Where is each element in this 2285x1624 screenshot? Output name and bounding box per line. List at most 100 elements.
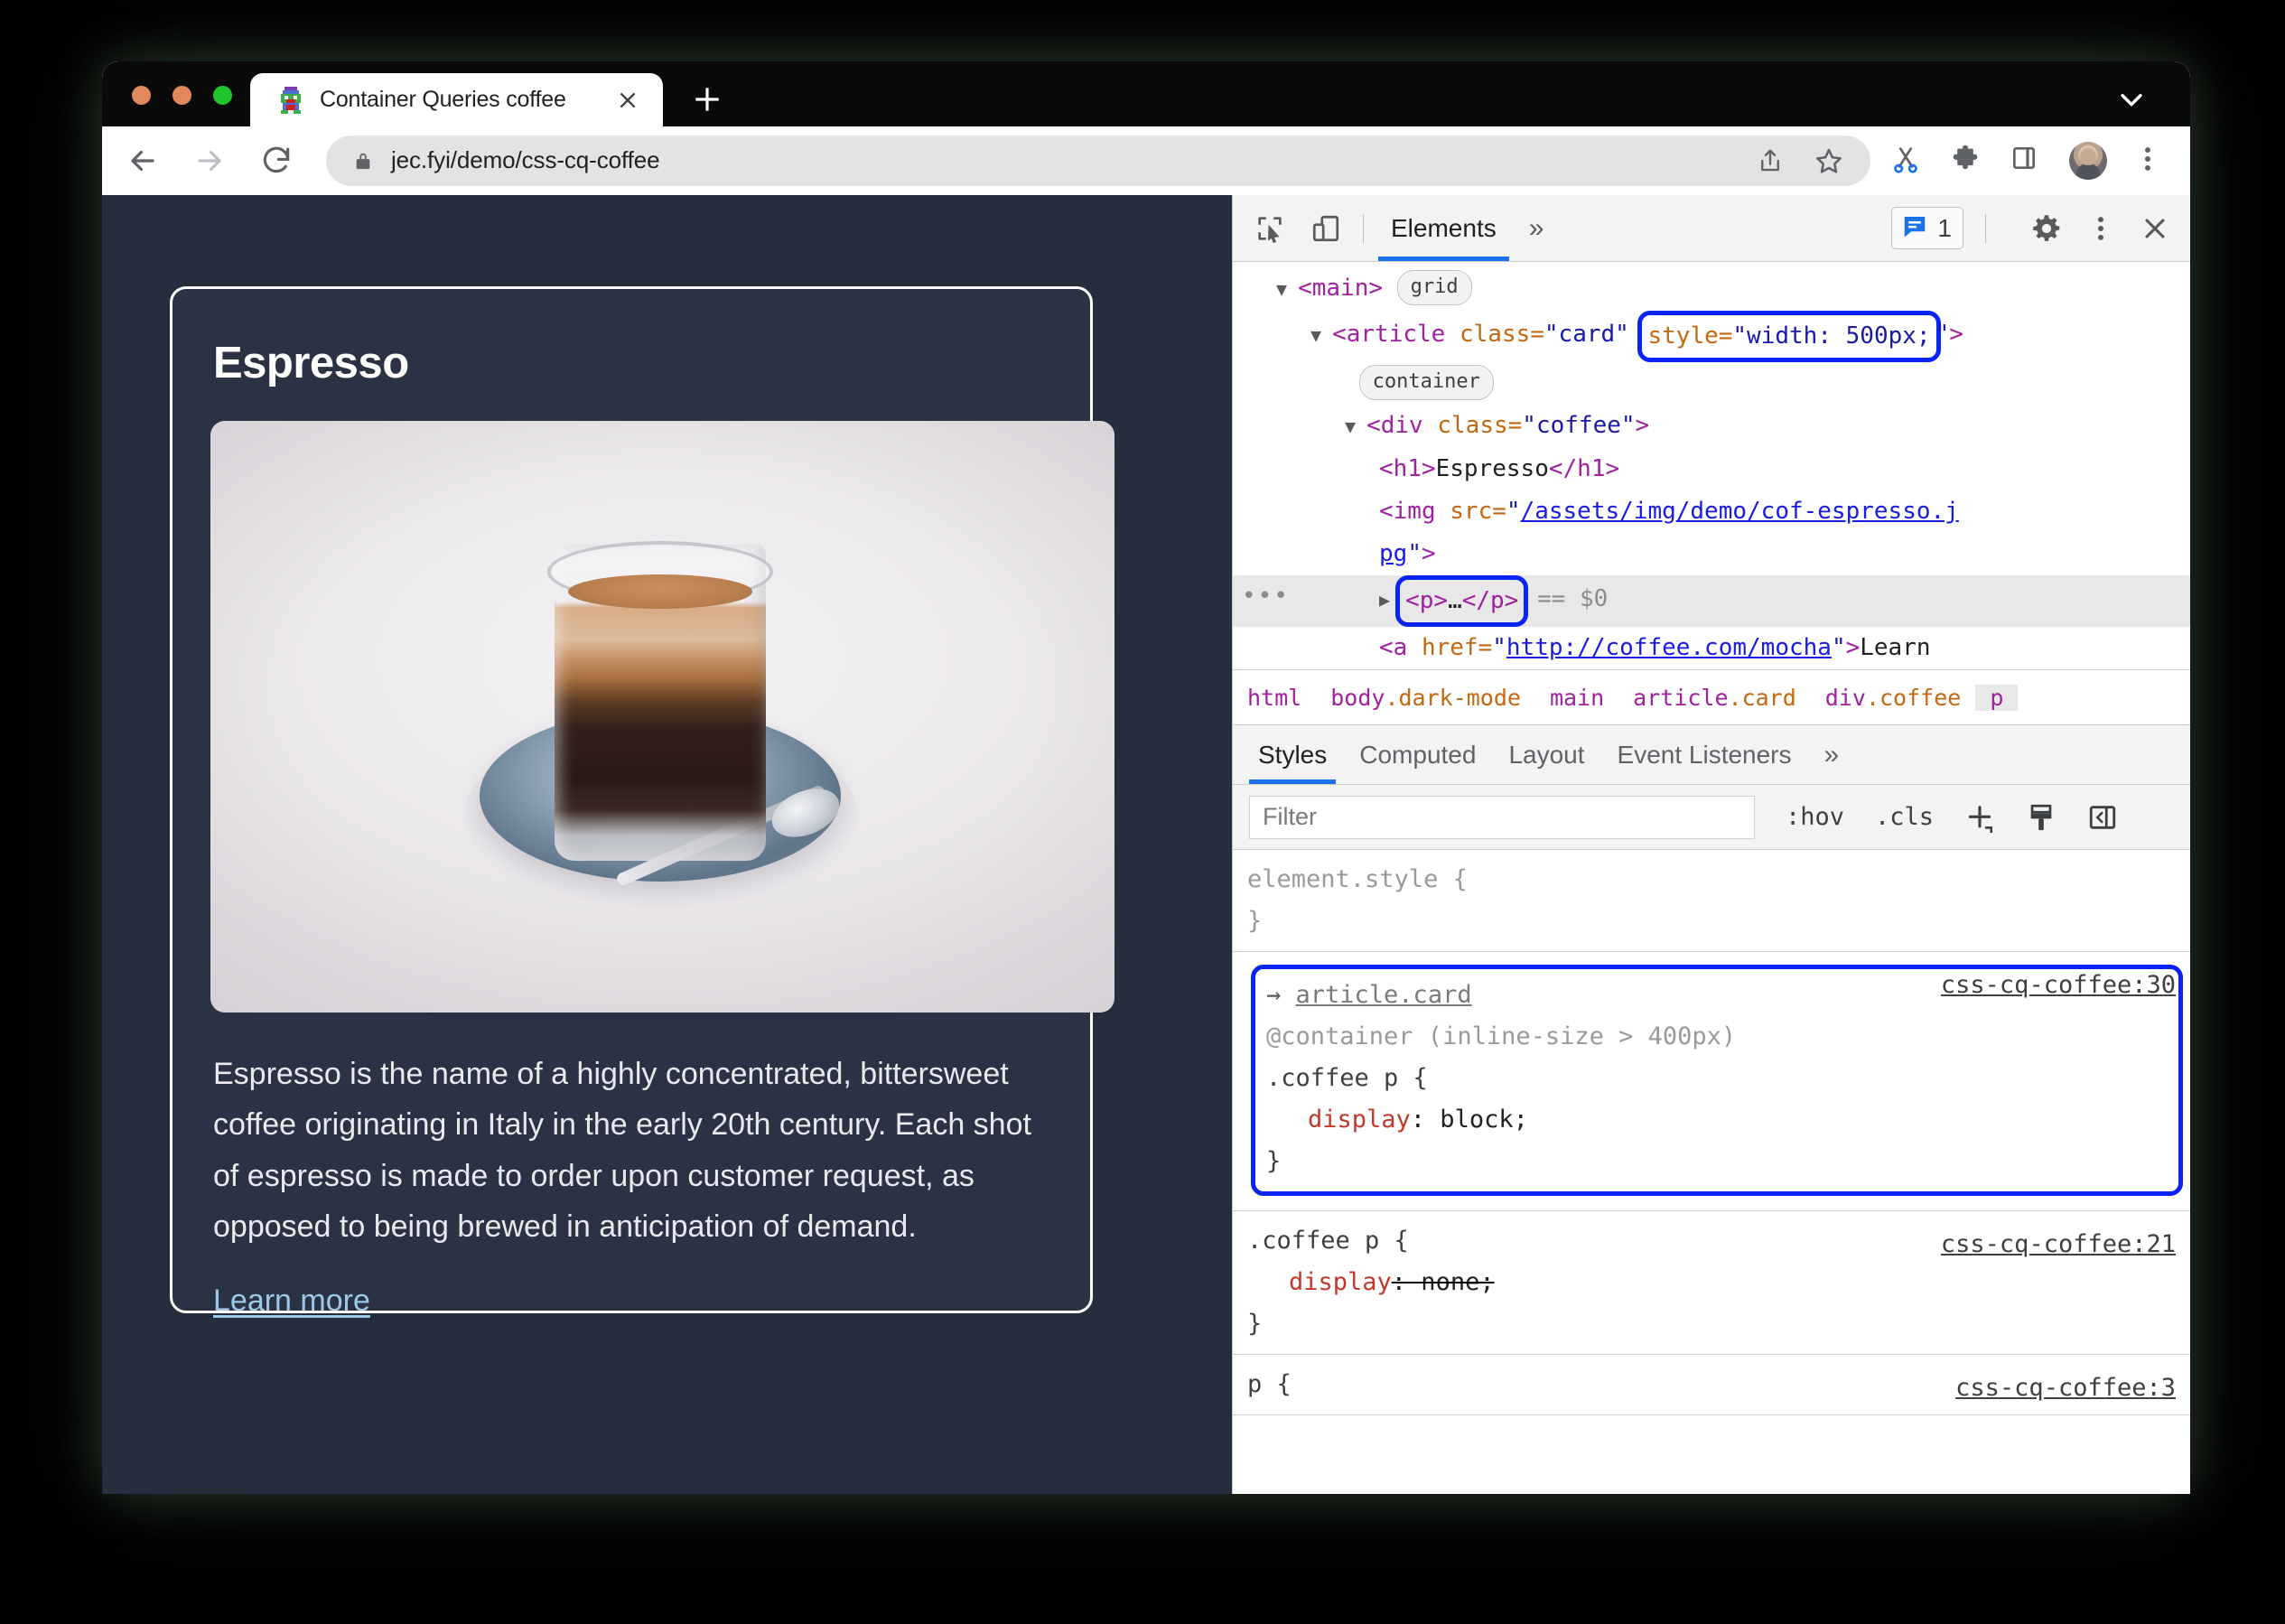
kebab-menu-icon[interactable] (2085, 213, 2116, 244)
close-icon[interactable] (616, 89, 639, 112)
devtools-tab-list: Elements (1378, 195, 1509, 261)
inspect-cursor-icon[interactable] (1254, 213, 1285, 244)
browser-tab[interactable]: Container Queries coffee (250, 73, 663, 126)
breadcrumb-item-body[interactable]: body.dark-mode (1316, 685, 1535, 711)
breadcrumb-class: .coffee (1865, 684, 1962, 711)
cls-toggle[interactable]: .cls (1875, 803, 1934, 831)
dom-node-row[interactable]: <img src="/assets/img/demo/cof-espresso.… (1233, 490, 2190, 533)
show-sidebar-icon[interactable] (2087, 802, 2118, 833)
inherited-selector[interactable]: article.card (1296, 981, 1472, 1009)
dom-token-tag: > (1421, 540, 1436, 567)
arrow-right-icon[interactable] (192, 144, 227, 178)
chevron-double-right-icon[interactable]: » (1808, 725, 1856, 784)
rule-source-link[interactable]: css-cq-coffee:30 (1941, 965, 2176, 1006)
chevron-down-icon[interactable] (2116, 84, 2147, 115)
dom-token-tag: <div (1366, 412, 1438, 439)
rule-source-link[interactable]: css-cq-coffee:21 (1941, 1224, 2176, 1265)
hov-toggle[interactable]: :hov (1786, 803, 1844, 831)
breadcrumb: html body.dark-mode main article.card div.co… (1233, 669, 2190, 725)
filter-input[interactable]: Filter (1249, 795, 1755, 839)
maximize-window-button[interactable] (213, 86, 232, 105)
kebab-menu-icon[interactable] (2132, 144, 2167, 178)
styles-rules-pane[interactable]: element.style {} → article.card @container… (1233, 850, 2190, 1494)
css-property[interactable]: display (1266, 1099, 1411, 1141)
address-bar[interactable]: jec.fyi/demo/css-cq-coffee (326, 135, 1870, 186)
plus-icon[interactable] (690, 82, 724, 117)
issues-button[interactable]: 1 (1891, 207, 1963, 249)
dom-node-row[interactable]: pg"> (1233, 533, 2190, 575)
learn-more-link[interactable]: Learn more (213, 1283, 370, 1319)
breadcrumb-item-article[interactable]: article.card (1618, 685, 1811, 711)
rule-source-link[interactable]: css-cq-coffee:3 (1955, 1367, 2176, 1409)
pixel-character-icon (279, 86, 303, 114)
tab-event-listeners[interactable]: Event Listeners (1601, 725, 1808, 784)
breadcrumb-item-p[interactable]: p (1975, 684, 2019, 711)
dom-node-row[interactable]: ▼ <article class="card" style="width: 50… (1233, 311, 2190, 362)
dom-token-val: "card" (1544, 321, 1644, 348)
reload-icon[interactable] (259, 144, 294, 178)
minimize-window-button[interactable] (173, 86, 191, 105)
share-icon[interactable] (1757, 146, 1784, 175)
dom-node-row[interactable]: container (1233, 362, 2190, 405)
rule-selector[interactable]: element.style { (1247, 859, 2190, 901)
devtools-toolbar-right: 1 (1891, 207, 2170, 249)
dom-token-link[interactable]: pg (1379, 540, 1407, 567)
chevron-double-right-icon[interactable]: » (1529, 213, 1544, 244)
css-property[interactable]: display (1247, 1262, 1392, 1303)
dom-node-row[interactable]: ▼ <div class="coffee"> (1233, 405, 2190, 448)
disclosure-triangle-icon[interactable]: ▼ (1310, 324, 1332, 346)
dom-badge[interactable]: container (1358, 365, 1494, 400)
breadcrumb-item-html[interactable]: html (1233, 685, 1316, 711)
css-declaration[interactable]: display: block; (1266, 1099, 2178, 1141)
side-panel-icon[interactable] (2010, 144, 2044, 178)
arrow-left-icon[interactable] (126, 144, 160, 178)
card-heading: Espresso (213, 339, 409, 387)
breadcrumb-tag: html (1247, 684, 1302, 711)
disclosure-triangle-icon[interactable]: ▼ (1345, 415, 1366, 437)
dom-node-row[interactable]: <h1>Espresso</h1> (1233, 448, 2190, 490)
tab-computed[interactable]: Computed (1343, 725, 1492, 784)
puzzle-piece-icon[interactable] (1950, 144, 1984, 178)
web-page-viewport: Espresso Espresso is the name of a highl… (102, 195, 1232, 1494)
issues-message-icon (1901, 212, 1928, 244)
style-rule-container-query-rule[interactable]: → article.card @container (inline-size > … (1233, 952, 2190, 1211)
crema-surface (568, 574, 752, 609)
css-value[interactable]: : none; (1392, 1268, 1495, 1296)
paintbrush-icon[interactable] (2026, 802, 2056, 833)
tab-strip: Container Queries coffee (102, 61, 2190, 126)
style-rule-coffee-p-rule[interactable]: css-cq-coffee:21 .coffee p {display: none… (1233, 1211, 2190, 1355)
dom-token-val: "width: 500px; (1732, 322, 1931, 350)
close-window-button[interactable] (132, 86, 151, 105)
scissors-icon[interactable] (1890, 144, 1925, 178)
style-rule-element-style[interactable]: element.style {} (1233, 850, 2190, 952)
dom-node-row[interactable]: ▼ <main> grid (1233, 267, 2190, 311)
dom-badge[interactable]: grid (1396, 270, 1472, 305)
dom-token-val: " (1831, 634, 1846, 661)
dom-token-attr: class= (1437, 412, 1523, 439)
style-rule-p-rule[interactable]: css-cq-coffee:3 p { (1233, 1355, 2190, 1415)
breadcrumb-item-div[interactable]: div.coffee (1811, 685, 1976, 711)
disclosure-triangle-icon[interactable]: ▼ (1276, 278, 1298, 300)
annotation-highlight-box: <p>…</p> (1395, 575, 1529, 627)
tab-styles[interactable]: Styles (1242, 725, 1343, 784)
tab-layout[interactable]: Layout (1492, 725, 1600, 784)
dom-token-tag: > (1845, 634, 1861, 661)
styles-filter-toolbar: Filter :hov .cls (1233, 785, 2190, 850)
star-icon[interactable] (1814, 146, 1843, 175)
tab-elements[interactable]: Elements (1378, 195, 1509, 261)
close-icon[interactable] (2140, 213, 2170, 244)
dom-node-row[interactable]: ••• ▶ <p>…</p> == $0 (1233, 575, 2190, 627)
gear-icon[interactable] (2031, 213, 2062, 244)
device-toolbar-icon[interactable] (1310, 213, 1341, 244)
dom-node-row[interactable]: <a href="http://coffee.com/mocha">Learn (1233, 627, 2190, 669)
breadcrumb-item-main[interactable]: main (1535, 685, 1618, 711)
dom-row-ellipsis[interactable]: ••• (1242, 575, 1290, 618)
dom-token-link[interactable]: http://coffee.com/mocha (1506, 634, 1832, 661)
dom-token-link[interactable]: /assets/img/demo/cof-espresso.j (1521, 498, 1959, 525)
avatar[interactable] (2069, 141, 2107, 180)
dom-tree[interactable]: ▼ <main> grid ▼ <article class="card" sty… (1233, 262, 2190, 669)
plus-icon[interactable] (1964, 802, 1995, 834)
css-value[interactable]: : block; (1411, 1106, 1528, 1134)
rule-selector[interactable]: .coffee p { (1266, 1058, 2178, 1099)
css-declaration[interactable]: display: none; (1247, 1262, 2190, 1303)
